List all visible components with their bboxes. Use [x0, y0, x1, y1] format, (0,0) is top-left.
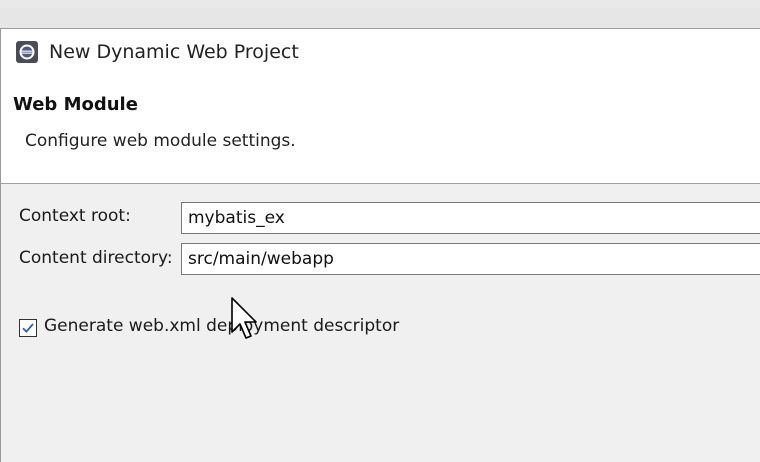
context-root-input[interactable]: [181, 202, 760, 234]
wizard-banner: Web Module Configure web module settings…: [1, 75, 760, 184]
content-directory-input[interactable]: [181, 243, 760, 275]
new-dynamic-web-project-dialog: New Dynamic Web Project Web Module Confi…: [0, 28, 760, 462]
dialog-title: New Dynamic Web Project: [49, 41, 299, 63]
dialog-titlebar: New Dynamic Web Project: [1, 29, 760, 75]
generate-descriptor-checkbox[interactable]: [19, 319, 37, 337]
context-root-label: Context root:: [19, 206, 131, 226]
mouse-cursor-icon: [231, 297, 257, 339]
page-description: Configure web module settings.: [25, 131, 296, 151]
page-title: Web Module: [13, 94, 138, 115]
eclipse-app-icon: [15, 40, 39, 64]
generate-descriptor-label[interactable]: Generate web.xml deployment descriptor: [44, 316, 399, 336]
content-directory-label: Content directory:: [19, 248, 173, 268]
background-strip: [0, 0, 760, 8]
checkmark-icon: [22, 323, 34, 333]
